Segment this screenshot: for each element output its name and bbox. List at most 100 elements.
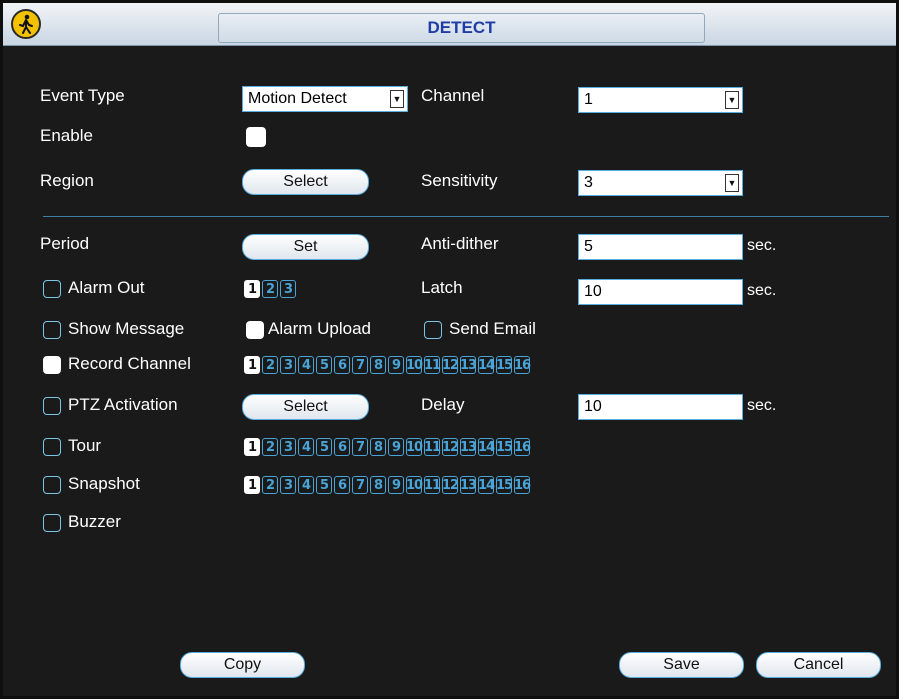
record-channel-10[interactable]: 10 (406, 356, 423, 374)
tour-channel-12[interactable]: 12 (442, 438, 459, 456)
latch-label: Latch (421, 278, 463, 297)
separator (43, 216, 889, 217)
record-channel-6[interactable]: 6 (334, 356, 350, 374)
snapshot-channel-1[interactable]: 1 (244, 476, 260, 494)
record-channel-13[interactable]: 13 (460, 356, 477, 374)
record-channel-checkbox[interactable] (43, 356, 61, 374)
tour-channels: 1 2 3 4 5 6 7 8 9 10 11 12 13 14 15 16 (244, 438, 531, 456)
tour-channel-16[interactable]: 16 (514, 438, 531, 456)
chevron-down-icon: ▼ (725, 174, 739, 192)
tour-channel-8[interactable]: 8 (370, 438, 386, 456)
sensitivity-label: Sensitivity (421, 171, 498, 190)
snapshot-channel-9[interactable]: 9 (388, 476, 404, 494)
cancel-button[interactable]: Cancel (756, 652, 881, 678)
tour-channel-13[interactable]: 13 (460, 438, 477, 456)
latch-input[interactable]: 10 (578, 279, 743, 305)
snapshot-channel-15[interactable]: 15 (496, 476, 513, 494)
alarm-out-label: Alarm Out (68, 278, 145, 297)
record-channel-label: Record Channel (68, 354, 191, 373)
anti-dither-unit: sec. (747, 237, 777, 254)
tour-channel-15[interactable]: 15 (496, 438, 513, 456)
alarm-upload-checkbox[interactable] (246, 321, 264, 339)
delay-unit: sec. (747, 397, 777, 414)
tour-channel-4[interactable]: 4 (298, 438, 314, 456)
snapshot-channel-13[interactable]: 13 (460, 476, 477, 494)
snapshot-channel-3[interactable]: 3 (280, 476, 296, 494)
record-channel-15[interactable]: 15 (496, 356, 513, 374)
tour-channel-11[interactable]: 11 (424, 438, 441, 456)
ptz-select-button[interactable]: Select (242, 394, 369, 420)
save-button[interactable]: Save (619, 652, 744, 678)
snapshot-channel-6[interactable]: 6 (334, 476, 350, 494)
record-channel-7[interactable]: 7 (352, 356, 368, 374)
record-channel-5[interactable]: 5 (316, 356, 332, 374)
tour-channel-3[interactable]: 3 (280, 438, 296, 456)
detect-window: DETECT Event Type Motion Detect ▼ Channe… (0, 0, 899, 699)
event-type-select[interactable]: Motion Detect ▼ (242, 86, 408, 112)
alarm-out-channel-2[interactable]: 2 (262, 280, 278, 298)
snapshot-channel-5[interactable]: 5 (316, 476, 332, 494)
tour-channel-9[interactable]: 9 (388, 438, 404, 456)
region-select-button[interactable]: Select (242, 169, 369, 195)
record-channel-3[interactable]: 3 (280, 356, 296, 374)
event-type-value: Motion Detect (248, 90, 347, 107)
delay-label: Delay (421, 395, 465, 414)
enable-checkbox[interactable] (246, 127, 266, 147)
snapshot-label: Snapshot (68, 474, 140, 493)
record-channel-16[interactable]: 16 (514, 356, 531, 374)
record-channel-12[interactable]: 12 (442, 356, 459, 374)
show-message-checkbox[interactable] (43, 321, 61, 339)
buzzer-checkbox[interactable] (43, 514, 61, 532)
region-label: Region (40, 171, 94, 190)
alarm-out-checkbox[interactable] (43, 280, 61, 298)
title-bar: DETECT (3, 3, 896, 46)
snapshot-channel-4[interactable]: 4 (298, 476, 314, 494)
ptz-activation-checkbox[interactable] (43, 397, 61, 415)
period-label: Period (40, 234, 90, 253)
chevron-down-icon: ▼ (390, 90, 404, 108)
record-channel-8[interactable]: 8 (370, 356, 386, 374)
snapshot-channel-14[interactable]: 14 (478, 476, 495, 494)
snapshot-channel-16[interactable]: 16 (514, 476, 531, 494)
snapshot-channel-8[interactable]: 8 (370, 476, 386, 494)
detect-form: Event Type Motion Detect ▼ Channel 1 ▼ E… (3, 46, 896, 696)
pedestrian-sign-icon (11, 9, 41, 39)
send-email-checkbox[interactable] (424, 321, 442, 339)
sensitivity-select[interactable]: 3 ▼ (578, 170, 743, 196)
record-channel-9[interactable]: 9 (388, 356, 404, 374)
tour-label: Tour (68, 436, 102, 455)
tour-channel-2[interactable]: 2 (262, 438, 278, 456)
alarm-out-channel-3[interactable]: 3 (280, 280, 296, 298)
snapshot-channel-2[interactable]: 2 (262, 476, 278, 494)
tour-channel-10[interactable]: 10 (406, 438, 423, 456)
record-channel-14[interactable]: 14 (478, 356, 495, 374)
tour-channel-1[interactable]: 1 (244, 438, 260, 456)
show-message-label: Show Message (68, 319, 185, 338)
tour-checkbox[interactable] (43, 438, 61, 456)
record-channel-1[interactable]: 1 (244, 356, 260, 374)
anti-dither-input[interactable]: 5 (578, 234, 743, 260)
send-email-label: Send Email (449, 319, 536, 338)
alarm-out-channel-1[interactable]: 1 (244, 280, 260, 298)
enable-label: Enable (40, 126, 93, 145)
snapshot-checkbox[interactable] (43, 476, 61, 494)
buzzer-label: Buzzer (68, 512, 121, 531)
alarm-upload-label: Alarm Upload (268, 319, 371, 338)
period-set-button[interactable]: Set (242, 234, 369, 260)
snapshot-channel-12[interactable]: 12 (442, 476, 459, 494)
channel-select[interactable]: 1 ▼ (578, 87, 743, 113)
snapshot-channel-10[interactable]: 10 (406, 476, 423, 494)
delay-input[interactable]: 10 (578, 394, 743, 420)
record-channel-4[interactable]: 4 (298, 356, 314, 374)
copy-button[interactable]: Copy (180, 652, 305, 678)
record-channels: 1 2 3 4 5 6 7 8 9 10 11 12 13 14 15 16 (244, 356, 531, 374)
record-channel-2[interactable]: 2 (262, 356, 278, 374)
tour-channel-7[interactable]: 7 (352, 438, 368, 456)
tour-channel-5[interactable]: 5 (316, 438, 332, 456)
tour-channel-6[interactable]: 6 (334, 438, 350, 456)
snapshot-channel-7[interactable]: 7 (352, 476, 368, 494)
snapshot-channel-11[interactable]: 11 (424, 476, 441, 494)
channel-label: Channel (421, 86, 485, 105)
record-channel-11[interactable]: 11 (424, 356, 441, 374)
tour-channel-14[interactable]: 14 (478, 438, 495, 456)
